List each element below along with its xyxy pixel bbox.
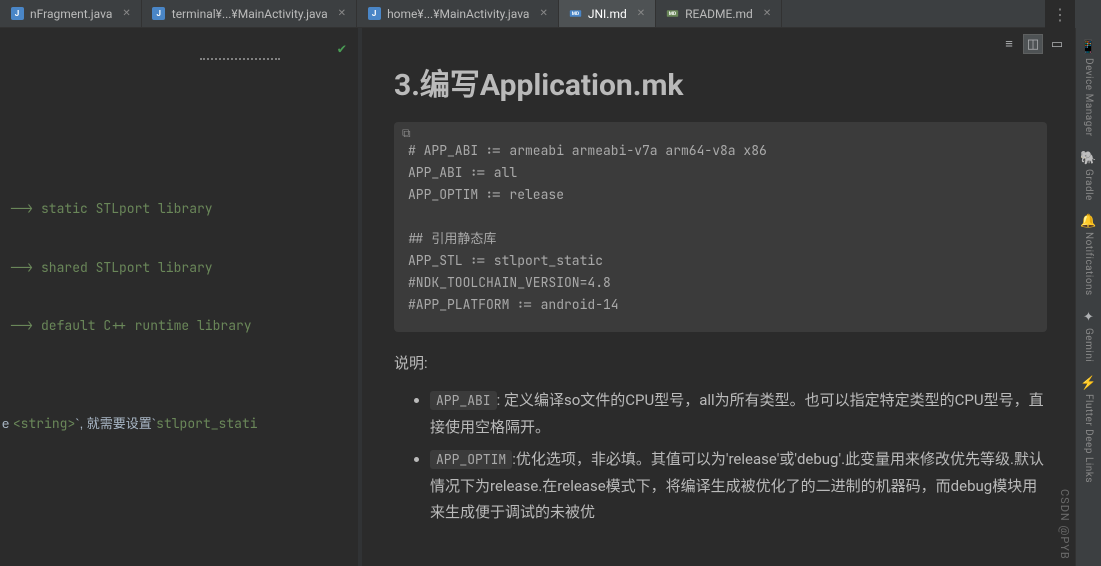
markdown-preview: ≡ ◫ ▭ 3.编写Application.mk ⧉ # APP_ABI := … bbox=[362, 28, 1075, 566]
close-icon[interactable]: ✕ bbox=[539, 8, 547, 19]
java-icon: J bbox=[367, 7, 381, 21]
java-icon: J bbox=[152, 7, 166, 21]
markdown-icon: MD bbox=[569, 7, 582, 20]
sidebar-item-label: Notifications bbox=[1083, 232, 1094, 296]
bullet-list: APP_ABI: 定义编译so文件的CPU型号，all为所有类型。也可以指定特定… bbox=[394, 387, 1047, 525]
code-editor[interactable]: ✔ --> static STLport library --> shared … bbox=[0, 28, 358, 566]
sidebar-item-label: Device Manager bbox=[1083, 58, 1094, 137]
description-label: 说明: bbox=[394, 352, 1047, 373]
editor-tabs: J nFragment.java ✕ J terminal¥...¥MainAc… bbox=[0, 0, 1045, 28]
tab-label: home¥...¥MainActivity.java bbox=[387, 7, 529, 21]
tab-jni-md[interactable]: MD JNI.md ✕ bbox=[559, 0, 656, 27]
device-manager-icon: 📱 bbox=[1080, 40, 1096, 55]
markdown-icon: MD bbox=[666, 7, 679, 20]
tab-label: JNI.md bbox=[588, 7, 627, 21]
close-icon[interactable]: ✕ bbox=[637, 8, 645, 19]
inline-code: APP_OPTIM bbox=[430, 450, 512, 469]
list-item: APP_OPTIM:优化选项，非必填。其值可以为'release'或'debug… bbox=[430, 446, 1047, 525]
sidebar-item-device-manager[interactable]: 📱 Device Manager bbox=[1076, 34, 1101, 143]
code-block: ⧉ # APP_ABI := armeabi armeabi-v7a arm64… bbox=[394, 122, 1047, 332]
close-icon[interactable]: ✕ bbox=[338, 8, 346, 19]
sidebar-item-label: Gradle bbox=[1083, 169, 1094, 201]
code-content: # APP_ABI := armeabi armeabi-v7a arm64-v… bbox=[394, 122, 1047, 332]
sidebar-item-label: Gemini bbox=[1083, 328, 1094, 362]
svg-text:MD: MD bbox=[669, 11, 676, 17]
notifications-icon: 🔔 bbox=[1080, 214, 1096, 229]
preview-toolbar: ≡ ◫ ▭ bbox=[999, 34, 1067, 54]
preview-only-icon[interactable]: ▭ bbox=[1047, 34, 1067, 54]
tab-label: README.md bbox=[685, 7, 753, 21]
svg-text:MD: MD bbox=[572, 11, 579, 17]
tab-label: terminal¥...¥MainActivity.java bbox=[172, 7, 328, 21]
list-item: APP_ABI: 定义编译so文件的CPU型号，all为所有类型。也可以指定特定… bbox=[430, 387, 1047, 440]
watermark: CSDN @PYB bbox=[1058, 489, 1071, 560]
code-line: --> shared STLport library bbox=[0, 258, 358, 278]
code-line: --> default C++ runtime library bbox=[0, 316, 358, 336]
tab-label: nFragment.java bbox=[30, 7, 112, 21]
sidebar-item-gemini[interactable]: ✦ Gemini bbox=[1076, 304, 1101, 368]
gradle-icon: 🐘 bbox=[1080, 151, 1096, 166]
sidebar-item-flutter[interactable]: ⚡ Flutter Deep Links bbox=[1076, 370, 1101, 489]
tab-terminal-mainactivity[interactable]: J terminal¥...¥MainActivity.java ✕ bbox=[142, 0, 357, 27]
editor-and-preview-icon[interactable]: ◫ bbox=[1023, 34, 1043, 54]
preview-heading: 3.编写Application.mk bbox=[394, 60, 1047, 104]
gemini-icon: ✦ bbox=[1083, 310, 1094, 325]
code-line: --> static STLport library bbox=[0, 199, 358, 219]
right-tool-sidebar: 📱 Device Manager 🐘 Gradle 🔔 Notification… bbox=[1075, 28, 1101, 566]
copy-icon[interactable]: ⧉ bbox=[402, 126, 411, 141]
tab-nfragment[interactable]: J nFragment.java ✕ bbox=[0, 0, 142, 27]
editor-only-icon[interactable]: ≡ bbox=[999, 34, 1019, 54]
close-icon[interactable]: ✕ bbox=[763, 8, 771, 19]
code-line: e <string>`, 就需要设置`stlport_stati bbox=[0, 414, 358, 434]
tab-readme-md[interactable]: MD README.md ✕ bbox=[656, 0, 782, 27]
more-tabs-icon[interactable]: ⋮ bbox=[1045, 0, 1075, 28]
sidebar-item-label: Flutter Deep Links bbox=[1083, 394, 1094, 483]
sidebar-item-gradle[interactable]: 🐘 Gradle bbox=[1076, 145, 1101, 207]
flutter-icon: ⚡ bbox=[1080, 376, 1096, 391]
sidebar-item-notifications[interactable]: 🔔 Notifications bbox=[1076, 208, 1101, 302]
close-icon[interactable]: ✕ bbox=[122, 8, 130, 19]
inline-code: APP_ABI bbox=[430, 391, 497, 410]
java-icon: J bbox=[10, 7, 24, 21]
inspection-ok-icon[interactable]: ✔ bbox=[338, 40, 346, 60]
tab-home-mainactivity[interactable]: J home¥...¥MainActivity.java ✕ bbox=[357, 0, 559, 27]
